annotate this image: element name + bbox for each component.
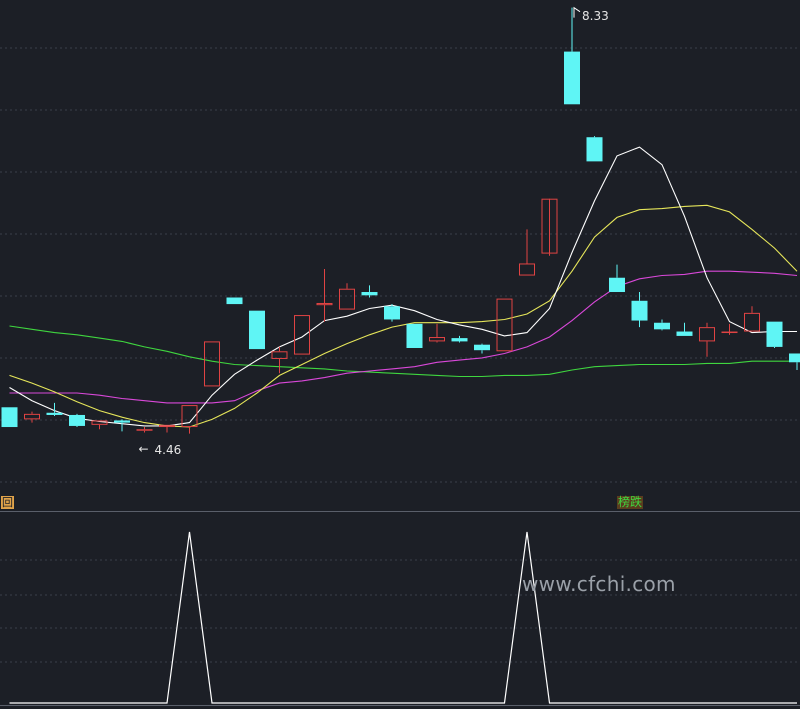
candle-body-9 (204, 341, 220, 387)
candle-body-35 (789, 353, 800, 363)
high-marker-icon (573, 6, 581, 18)
candle-body-5 (114, 420, 130, 423)
watermark: www.cfchi.com (522, 572, 676, 596)
candle-body-15 (339, 288, 355, 310)
candle-body-30 (676, 331, 693, 336)
candle-body-34 (766, 321, 783, 347)
candle-body-16 (361, 292, 378, 296)
signal-badge-right: 榜跌 (617, 495, 644, 509)
candle-body-13 (294, 315, 310, 355)
candle-body-19 (429, 337, 445, 342)
candle-body-28 (631, 300, 648, 321)
candle-body-2 (46, 412, 63, 415)
ma-mid-line (9, 204, 798, 428)
candle-body-23 (519, 263, 535, 276)
candle-body-12 (271, 351, 288, 359)
candle-body-20 (451, 338, 468, 342)
candle-body-6 (136, 429, 153, 431)
candle-body-10 (226, 297, 243, 305)
kline-chart-stage: 8.33 4.46 ← 回 榜跌 www.cfchi.com (0, 0, 800, 709)
signal-badge-left: 回 (1, 496, 14, 509)
high-price-label: 8.33 (582, 8, 609, 23)
candle-body-0 (1, 407, 18, 428)
candle-body-25 (564, 51, 580, 105)
candle-body-32 (721, 331, 738, 334)
low-arrow-icon: ← (138, 441, 149, 456)
ma-fast-line (9, 146, 797, 427)
chart-canvas (0, 6, 800, 706)
signal-indicator-line (9, 531, 797, 704)
candle-body-1 (24, 413, 40, 420)
candle-body-11 (249, 310, 265, 350)
candle-body-22 (496, 298, 513, 352)
candle-body-29 (654, 322, 670, 330)
candle-body-21 (474, 344, 490, 351)
candle-body-31 (699, 327, 715, 342)
candle-body-27 (609, 277, 625, 293)
ma-slow-line (9, 270, 798, 404)
candle-body-3 (69, 414, 85, 426)
candle-body-14 (316, 302, 333, 306)
candle-body-18 (406, 323, 423, 348)
candle-body-26 (586, 137, 603, 162)
candle-body-33 (744, 312, 760, 332)
low-price-label: 4.46 (154, 442, 182, 457)
candle-body-17 (384, 306, 400, 320)
